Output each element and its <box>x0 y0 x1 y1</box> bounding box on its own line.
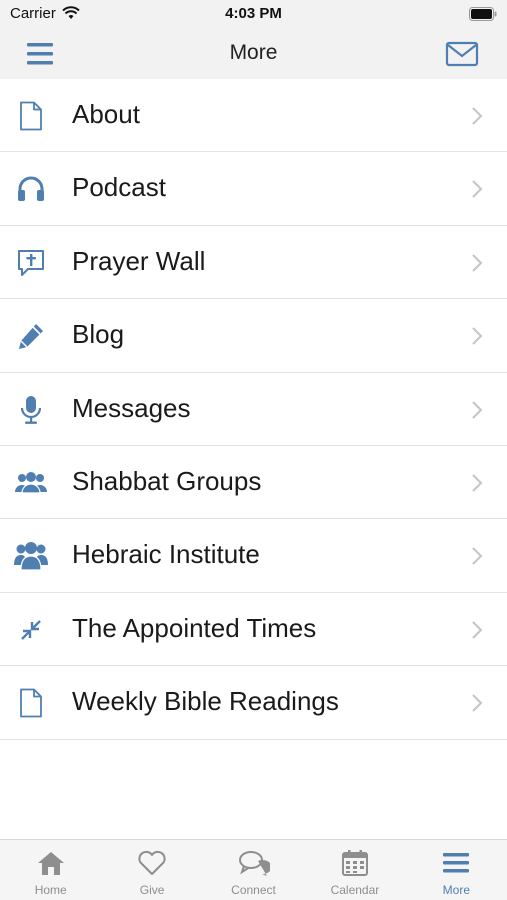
list-item-blog[interactable]: Blog <box>0 299 507 373</box>
document-icon <box>14 687 48 719</box>
list-item-hebraic-institute[interactable]: Hebraic Institute <box>0 519 507 593</box>
list-item-appointed-times[interactable]: The Appointed Times <box>0 592 507 667</box>
page-title: More <box>229 41 278 64</box>
tab-home[interactable]: Home <box>0 840 101 900</box>
list-item-label: Shabbat Groups <box>72 465 262 496</box>
chevron-right-icon <box>472 400 483 419</box>
tab-calendar[interactable]: Calendar <box>304 840 405 900</box>
list-item-messages[interactable]: Messages <box>0 372 507 446</box>
list-item-shabbat-groups[interactable]: Shabbat Groups <box>0 445 507 520</box>
chevron-right-icon <box>472 180 483 199</box>
mail-button[interactable] <box>445 41 479 67</box>
tab-connect[interactable]: Connect <box>203 840 304 900</box>
list-item-weekly-bible-readings[interactable]: Weekly Bible Readings <box>0 666 507 740</box>
document-icon <box>14 100 48 132</box>
more-menu-list: About Podcast Prayer Wall Blog Messages <box>0 79 507 740</box>
list-item-label: About <box>72 99 140 129</box>
battery-icon <box>469 7 497 21</box>
tab-label: Home <box>34 883 67 897</box>
calendar-icon <box>339 848 371 878</box>
status-bar: Carrier 4:03 PM <box>0 0 507 30</box>
list-item-label: Messages <box>72 392 191 423</box>
compress-arrows-icon <box>14 614 48 646</box>
tab-label: Calendar <box>330 883 380 897</box>
list-item-label: Weekly Bible Readings <box>72 686 339 717</box>
list-item-prayer-wall[interactable]: Prayer Wall <box>0 225 507 300</box>
users-icon <box>14 540 48 572</box>
list-item-label: Prayer Wall <box>72 245 206 276</box>
menu-icon <box>440 848 472 878</box>
list-item-podcast[interactable]: Podcast <box>0 152 507 226</box>
tab-bar: Home Give Connect Calendar More <box>0 839 507 900</box>
headphones-icon <box>14 173 48 205</box>
tab-give[interactable]: Give <box>101 840 202 900</box>
chevron-right-icon <box>472 547 483 566</box>
list-item-label: The Appointed Times <box>72 612 317 643</box>
chevron-right-icon <box>472 621 483 639</box>
chevron-right-icon <box>472 474 483 492</box>
tab-label: More <box>442 883 470 897</box>
tab-label: Connect <box>231 883 276 897</box>
heart-icon <box>136 848 168 878</box>
group-icon <box>14 467 48 499</box>
chevron-right-icon <box>472 254 483 272</box>
list-item-label: Hebraic Institute <box>72 539 260 570</box>
chevron-right-icon <box>472 107 483 125</box>
pencil-icon <box>14 320 48 352</box>
list-item-label: Podcast <box>72 172 166 203</box>
status-time: 4:03 PM <box>225 5 282 22</box>
tab-more[interactable]: More <box>406 840 507 900</box>
tab-label: Give <box>139 883 165 897</box>
chevron-right-icon <box>472 694 483 712</box>
prayer-bubble-icon <box>14 247 48 279</box>
microphone-icon <box>14 394 48 426</box>
navigation-bar: More <box>0 30 507 79</box>
chat-bubbles-icon <box>238 848 270 878</box>
list-item-label: Blog <box>72 319 125 350</box>
chevron-right-icon <box>472 327 483 345</box>
home-icon <box>35 848 67 878</box>
list-item-about[interactable]: About <box>0 79 507 153</box>
